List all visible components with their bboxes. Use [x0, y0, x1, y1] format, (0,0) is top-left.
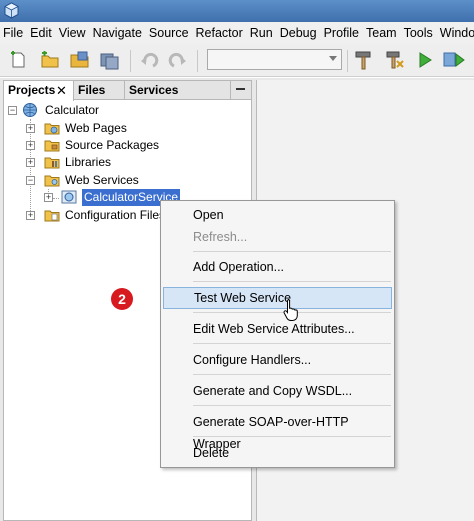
new-file-button[interactable] [6, 49, 30, 71]
menu-profile[interactable]: Profile [324, 22, 364, 44]
menu-item-edit-web-service-attributes[interactable]: Edit Web Service Attributes... [163, 318, 392, 340]
tree-root-calculator[interactable]: Calculator [45, 102, 99, 119]
libraries-folder-icon [44, 157, 60, 169]
source-packages-folder-icon [44, 140, 60, 152]
new-project-icon [41, 51, 59, 68]
panel-tab-row: Projects ✕ Files Services [4, 81, 251, 101]
build-button[interactable] [352, 49, 376, 71]
menu-tools[interactable]: Tools [404, 22, 438, 44]
menu-separator [193, 436, 391, 437]
open-project-button[interactable] [68, 49, 92, 71]
menu-item-configure-handlers[interactable]: Configure Handlers... [163, 349, 392, 371]
tree-connector [30, 119, 31, 215]
menu-debug[interactable]: Debug [280, 22, 322, 44]
menu-separator [193, 405, 391, 406]
menu-item-test-web-service[interactable]: Test Web Service [163, 287, 392, 309]
step-number-badge: 2 [111, 288, 133, 310]
expand-toggle[interactable]: + [26, 124, 35, 133]
collapse-toggle[interactable]: − [8, 106, 17, 115]
configuration-dropdown[interactable] [207, 49, 342, 70]
window-titlebar [0, 0, 474, 22]
open-project-icon [70, 51, 89, 68]
hammer-icon [355, 51, 371, 70]
menu-run[interactable]: Run [250, 22, 278, 44]
menu-item-delete[interactable]: Delete [163, 442, 392, 464]
menu-source[interactable]: Source [149, 22, 194, 44]
menu-item-add-operation[interactable]: Add Operation... [163, 256, 392, 278]
tab-services[interactable]: Services [125, 81, 231, 100]
clean-build-icon [386, 51, 404, 69]
menu-file[interactable]: File [3, 22, 28, 44]
run-icon [419, 52, 432, 68]
save-all-button[interactable] [98, 49, 122, 71]
netbeans-logo-icon [4, 2, 19, 19]
tree-item-web-pages[interactable]: Web Pages [65, 120, 127, 137]
toolbar-separator [197, 50, 198, 72]
tab-projects[interactable]: Projects ✕ [4, 81, 74, 101]
menu-separator [193, 343, 391, 344]
menu-view[interactable]: View [59, 22, 91, 44]
web-services-folder-icon [44, 175, 60, 187]
new-project-button[interactable] [38, 49, 62, 71]
run-button[interactable] [413, 49, 437, 71]
expand-toggle[interactable]: + [26, 211, 35, 220]
tab-projects-label: Projects [8, 83, 56, 97]
menu-item-open[interactable]: Open [163, 204, 392, 226]
expand-toggle[interactable]: + [26, 158, 35, 167]
menu-window[interactable]: Window [440, 22, 474, 44]
tab-files[interactable]: Files [74, 81, 125, 100]
new-file-icon [11, 51, 25, 68]
debug-icon [443, 52, 465, 67]
tree-item-source-packages[interactable]: Source Packages [65, 137, 159, 154]
menu-item-generate-soap-wrapper[interactable]: Generate SOAP-over-HTTP Wrapper [163, 411, 392, 451]
menu-refactor[interactable]: Refactor [196, 22, 248, 44]
menu-item-generate-copy-wsdl[interactable]: Generate and Copy WSDL... [163, 380, 392, 402]
tree-item-configuration-files[interactable]: Configuration Files [65, 207, 165, 224]
web-service-icon [61, 190, 77, 204]
menu-edit[interactable]: Edit [30, 22, 57, 44]
chevron-down-icon [329, 56, 337, 61]
menu-bar: File Edit View Navigate Source Refactor … [0, 22, 474, 44]
menu-separator [193, 251, 391, 252]
collapse-toggle[interactable]: − [26, 176, 35, 185]
redo-button[interactable] [166, 49, 190, 71]
expand-toggle[interactable]: + [26, 141, 35, 150]
globe-project-icon [23, 103, 37, 117]
menu-team[interactable]: Team [366, 22, 402, 44]
tree-item-web-services[interactable]: Web Services [65, 172, 139, 189]
tree-item-libraries[interactable]: Libraries [65, 154, 111, 171]
debug-button[interactable] [442, 49, 466, 71]
context-menu: Open Refresh... Add Operation... Test We… [160, 200, 395, 468]
tree-connector [53, 198, 59, 199]
toolbar-separator [347, 50, 348, 72]
close-icon[interactable]: ✕ [56, 81, 67, 100]
undo-icon [141, 52, 159, 68]
menu-navigate[interactable]: Navigate [93, 22, 147, 44]
tab-services-label: Services [129, 83, 179, 97]
menu-separator [193, 281, 391, 282]
redo-icon [168, 52, 186, 68]
expand-toggle[interactable]: + [44, 193, 53, 202]
toolbar-separator [130, 50, 131, 72]
undo-button[interactable] [137, 49, 161, 71]
tab-files-label: Files [78, 83, 106, 97]
menu-separator [193, 374, 391, 375]
web-pages-folder-icon [44, 123, 60, 135]
minimize-icon[interactable] [236, 88, 245, 90]
mouse-cursor-icon [283, 299, 298, 321]
menu-item-refresh: Refresh... [193, 230, 248, 244]
configuration-files-folder-icon [44, 210, 60, 222]
clean-build-button[interactable] [383, 49, 407, 71]
save-all-icon [100, 53, 119, 70]
